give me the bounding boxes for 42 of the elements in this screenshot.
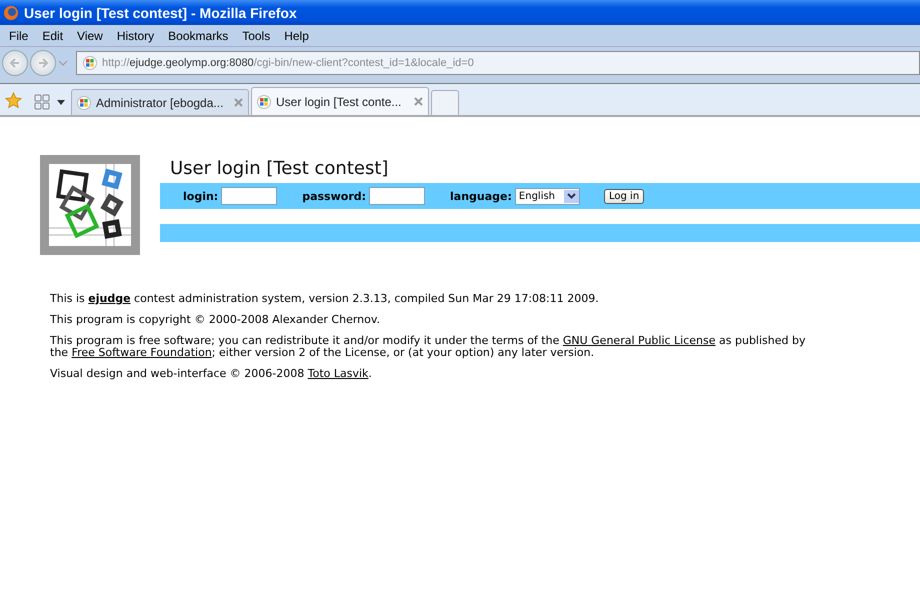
menu-item[interactable]: File	[2, 28, 36, 42]
close-icon[interactable]	[414, 97, 423, 106]
browser-tab[interactable]: User login [Test conte...	[251, 87, 429, 115]
language-select[interactable]: English	[514, 188, 580, 204]
password-label: password:	[302, 190, 366, 202]
login-field[interactable]	[221, 187, 278, 205]
star-icon[interactable]	[5, 92, 22, 109]
footer-link[interactable]: Free Software Foundation	[72, 346, 212, 359]
language-label: language:	[450, 190, 512, 202]
close-icon[interactable]	[234, 98, 243, 107]
back-button[interactable]	[2, 50, 28, 76]
footer-paragraph: This program is copyright © 2000-2008 Alexander Chernov.	[50, 314, 382, 326]
browser-tab[interactable]: Administrator [ebogda...	[71, 89, 249, 115]
windows-logo-icon	[257, 94, 271, 108]
footer-paragraph: Visual design and web-interface © 2006-2008 Toto Lasvik.	[50, 368, 373, 380]
menu-item[interactable]: Edit	[35, 28, 70, 42]
windows-logo-icon	[77, 96, 91, 110]
login-button[interactable]: Log in	[604, 188, 644, 204]
windows-logo-icon	[83, 56, 97, 70]
forward-button[interactable]	[30, 50, 56, 76]
window-title: User login [Test contest] - Mozilla Firefox	[24, 4, 297, 20]
caret-icon	[567, 193, 576, 199]
address-field[interactable]: http://ejudge.geolymp.org:8080/cgi-bin/new-client?contest_id=1&locale_id=0	[76, 50, 920, 74]
menu-item[interactable]: Help	[277, 28, 316, 42]
password-field[interactable]	[369, 187, 426, 205]
footer-link[interactable]: Toto Lasvik	[308, 367, 368, 380]
grid-icon	[34, 94, 50, 110]
footer-paragraph: This is ejudge contest administration system, version 2.3.13, compiled Sun Mar 29 17:08:11 2009.	[50, 293, 600, 305]
page-heading: User login [Test contest]	[170, 158, 390, 179]
footer-link[interactable]: GNU General Public License	[562, 334, 716, 347]
menu-item[interactable]: Tools	[235, 28, 278, 42]
menu-item[interactable]: View	[70, 28, 110, 42]
dropdown-icon[interactable]	[57, 100, 65, 105]
menu-item[interactable]: History	[110, 28, 162, 42]
new-tab-button[interactable]	[431, 90, 459, 115]
login-label: login:	[183, 190, 218, 202]
back-arrow-icon	[9, 56, 21, 68]
footer-link[interactable]: ejudge	[88, 292, 131, 305]
menu-item[interactable]: Bookmarks	[161, 28, 236, 42]
forward-arrow-icon	[37, 56, 49, 68]
footer-paragraph: This program is free software; you can redistribute it and/or modify it under the terms of the GNU General Public License as published by the Free Software Foundation; either version 2 of the License, or (at your option) any later version.	[50, 335, 806, 359]
firefox-icon	[3, 4, 19, 20]
